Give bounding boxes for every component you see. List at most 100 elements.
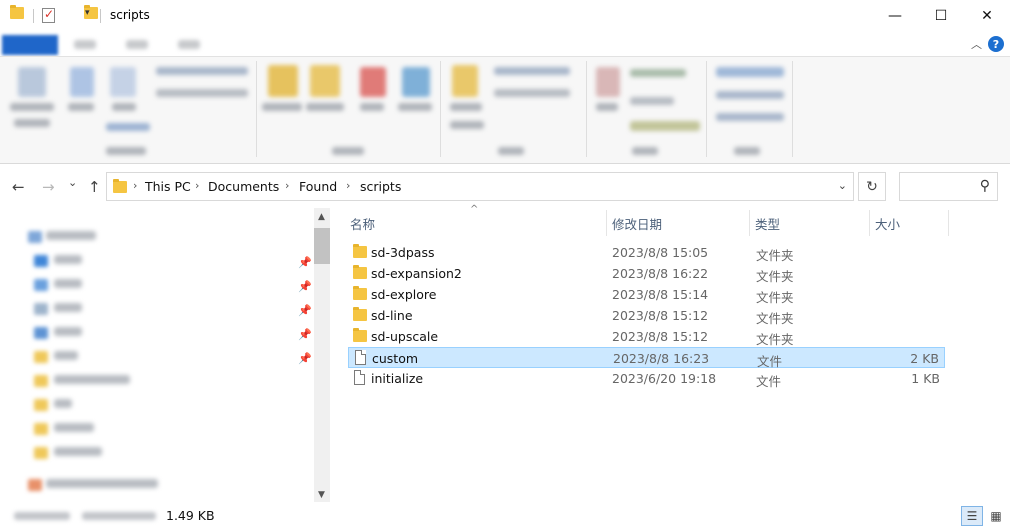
column-divider[interactable]: [749, 210, 750, 236]
search-input[interactable]: ⚲: [899, 172, 998, 201]
column-header-name[interactable]: 名称: [350, 214, 375, 233]
address-dropdown-icon[interactable]: ⌄: [838, 179, 847, 192]
pin-icon[interactable]: 📌: [298, 328, 312, 341]
nav-item[interactable]: [0, 228, 300, 246]
table-row[interactable]: sd-3dpass 2023/8/8 15:05 文件夹: [348, 242, 945, 263]
pin-icon[interactable]: 📌: [298, 352, 312, 365]
ribbon-label: [716, 91, 784, 99]
nav-label: [54, 399, 72, 408]
back-button[interactable]: ←: [12, 178, 25, 196]
status-bar: 1.49 KB ☰ ▦: [0, 503, 1010, 527]
help-icon[interactable]: ?: [988, 36, 1004, 52]
properties-icon[interactable]: [42, 7, 55, 23]
scrollbar-thumb[interactable]: [314, 228, 330, 264]
properties-icon[interactable]: [596, 67, 620, 97]
nav-item[interactable]: [0, 276, 300, 294]
copy-icon[interactable]: [70, 67, 94, 97]
quick-access-dropdown-icon[interactable]: ▾: [85, 8, 90, 18]
move-to-icon[interactable]: [268, 65, 298, 97]
chevron-right-icon[interactable]: ›: [133, 179, 137, 192]
up-button[interactable]: ↑: [88, 178, 101, 196]
file-icon: [354, 370, 365, 385]
nav-item[interactable]: [0, 444, 300, 462]
minimize-button[interactable]: —: [872, 0, 918, 32]
ribbon-label: [632, 147, 658, 155]
breadcrumb-documents[interactable]: Documents: [208, 179, 279, 194]
maximize-button[interactable]: ☐: [918, 0, 964, 32]
table-row[interactable]: custom 2023/8/8 16:23 文件 2 KB: [348, 347, 945, 369]
chevron-right-icon[interactable]: ›: [285, 179, 289, 192]
nav-item[interactable]: [0, 348, 300, 366]
breadcrumb-scripts[interactable]: scripts: [360, 179, 401, 194]
ribbon-tabs: [0, 32, 1010, 56]
nav-item[interactable]: [0, 420, 300, 438]
refresh-button[interactable]: ↻: [858, 172, 886, 201]
column-divider[interactable]: [606, 210, 607, 236]
file-date: 2023/8/8 15:12: [612, 329, 709, 344]
nav-item[interactable]: [0, 324, 300, 342]
ribbon-label: [630, 97, 674, 105]
forward-button[interactable]: →: [42, 178, 55, 196]
ribbon-label: [156, 67, 248, 75]
tab-file[interactable]: [2, 35, 58, 55]
new-folder-icon[interactable]: [452, 65, 478, 97]
ribbon-label: [112, 103, 136, 111]
nav-item[interactable]: [0, 300, 300, 318]
tab-share[interactable]: [126, 40, 148, 49]
ribbon-label: [734, 147, 760, 155]
folder-icon: [34, 375, 48, 387]
large-icons-view-icon: ▦: [990, 509, 1002, 523]
breadcrumb-this-pc[interactable]: This PC: [145, 179, 191, 194]
tab-home[interactable]: [74, 40, 96, 49]
ribbon-label: [360, 103, 384, 111]
breadcrumb-found[interactable]: Found: [299, 179, 337, 194]
table-row[interactable]: sd-line 2023/8/8 15:12 文件夹: [348, 305, 945, 326]
paste-icon[interactable]: [110, 67, 136, 97]
ribbon-label: [106, 147, 146, 155]
nav-item[interactable]: [0, 396, 300, 414]
pin-quick-access-icon[interactable]: [18, 67, 46, 97]
divider: [706, 61, 707, 157]
nav-item[interactable]: [0, 372, 300, 390]
nav-label: [46, 479, 158, 488]
nav-item[interactable]: [0, 252, 300, 270]
nav-scrollbar[interactable]: ▲ ▼: [314, 208, 330, 502]
scroll-up-icon[interactable]: ▲: [318, 212, 325, 222]
collapse-ribbon-icon[interactable]: ︿: [971, 36, 982, 52]
pin-icon[interactable]: 📌: [298, 280, 312, 293]
close-button[interactable]: ✕: [964, 0, 1010, 32]
chevron-right-icon[interactable]: ›: [195, 179, 199, 192]
address-bar[interactable]: › This PC › Documents › Found › scripts …: [106, 172, 854, 201]
scroll-down-icon[interactable]: ▼: [318, 490, 325, 500]
table-row[interactable]: initialize 2023/6/20 19:18 文件 1 KB: [348, 368, 945, 389]
chevron-right-icon[interactable]: ›: [346, 179, 350, 192]
rename-icon[interactable]: [402, 67, 430, 97]
large-icons-view-button[interactable]: ▦: [985, 506, 1007, 526]
table-row[interactable]: sd-expansion2 2023/8/8 16:22 文件夹: [348, 263, 945, 284]
tab-view[interactable]: [178, 40, 200, 49]
nav-label: [54, 351, 78, 360]
table-row[interactable]: sd-upscale 2023/8/8 15:12 文件夹: [348, 326, 945, 347]
ribbon-label: [450, 103, 482, 111]
column-header-date[interactable]: 修改日期: [612, 214, 662, 233]
copy-to-icon[interactable]: [310, 65, 340, 97]
folder-icon: [34, 423, 48, 435]
column-divider[interactable]: [869, 210, 870, 236]
ribbon-label: [14, 119, 50, 127]
pin-icon[interactable]: 📌: [298, 304, 312, 317]
divider: [100, 9, 101, 23]
delete-icon[interactable]: [360, 67, 386, 97]
file-type: 文件: [756, 374, 782, 389]
column-header-size[interactable]: 大小: [875, 214, 900, 233]
nav-item[interactable]: [0, 476, 300, 494]
recent-locations-button[interactable]: ⌄: [68, 176, 77, 189]
star-icon: [28, 231, 42, 243]
details-view-button[interactable]: ☰: [961, 506, 983, 526]
table-row[interactable]: sd-explore 2023/8/8 15:14 文件夹: [348, 284, 945, 305]
column-divider[interactable]: [948, 210, 949, 236]
item-count: [14, 512, 70, 520]
folder-icon: [353, 286, 367, 300]
file-date: 2023/8/8 16:23: [613, 351, 710, 366]
column-header-type[interactable]: 类型: [755, 214, 780, 233]
pin-icon[interactable]: 📌: [298, 256, 312, 269]
